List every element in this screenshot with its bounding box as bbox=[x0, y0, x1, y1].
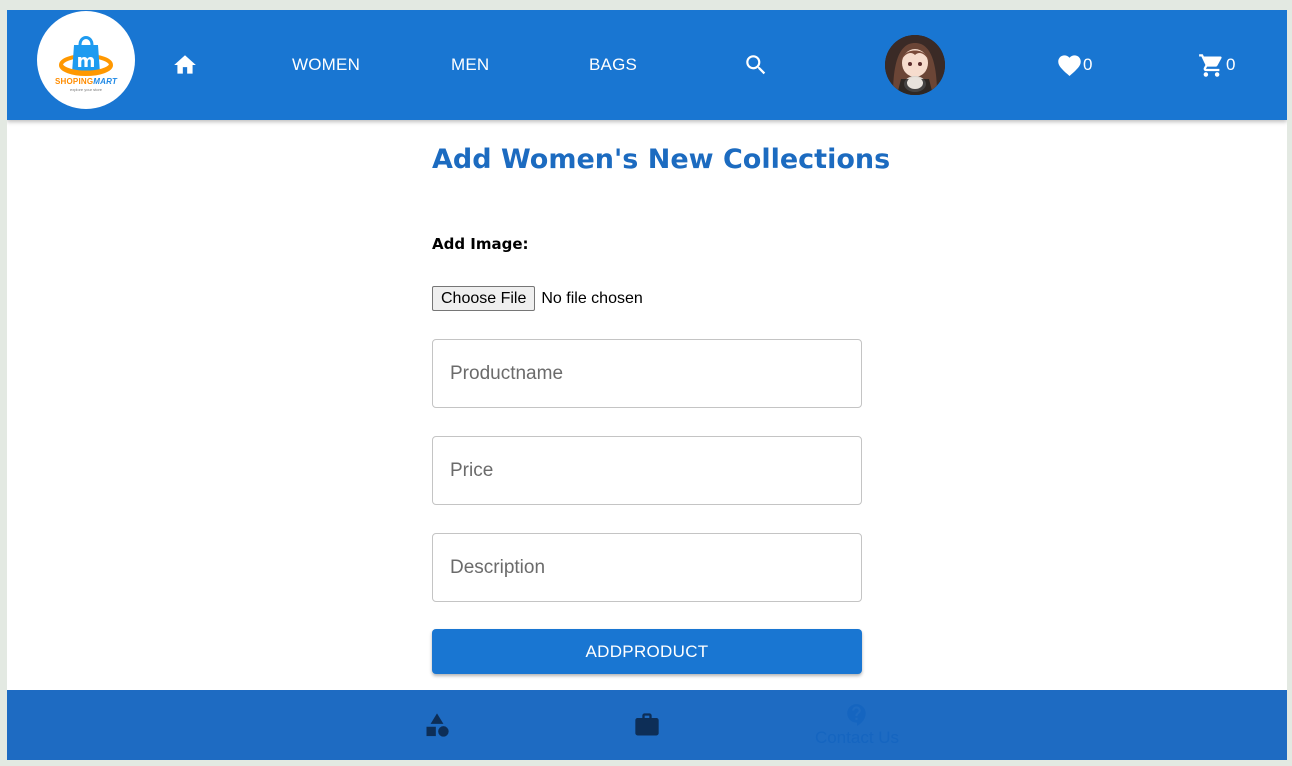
bottom-navigation: Contact Us bbox=[7, 690, 1287, 760]
category-icon bbox=[426, 713, 449, 737]
price-field-container bbox=[432, 436, 862, 505]
briefcase-icon bbox=[635, 713, 659, 736]
price-field[interactable] bbox=[433, 437, 861, 504]
wishlist-button[interactable] bbox=[1055, 51, 1083, 79]
cart-button[interactable] bbox=[1197, 51, 1225, 79]
logo-brand: SHOPINGMART bbox=[55, 77, 117, 86]
bottom-nav-work[interactable] bbox=[617, 690, 677, 760]
bottom-nav-categories[interactable] bbox=[407, 690, 467, 760]
user-avatar-image bbox=[885, 35, 945, 95]
description-field-container bbox=[432, 533, 862, 602]
file-status: No file chosen bbox=[541, 289, 643, 307]
file-input: Choose File No file chosen bbox=[432, 286, 643, 311]
heart-icon bbox=[1057, 54, 1081, 76]
search-icon bbox=[746, 55, 766, 75]
shopping-bag-logo-icon: m bbox=[59, 35, 113, 76]
search-button[interactable] bbox=[742, 51, 770, 79]
logo-tagline: explore your store bbox=[69, 86, 102, 92]
bottom-nav-contact-us[interactable]: Contact Us bbox=[807, 690, 907, 760]
description-field[interactable] bbox=[433, 534, 861, 601]
home-icon bbox=[174, 55, 196, 74]
productname-field-container bbox=[432, 339, 862, 408]
page-title: Add Women's New Collections bbox=[432, 144, 891, 175]
add-image-label: Add Image: bbox=[432, 235, 529, 253]
app-bar: m SHOPINGMART explore your store WOMEN M… bbox=[7, 10, 1287, 120]
logo-brand-part1: SHOPING bbox=[54, 76, 94, 86]
logo[interactable]: m SHOPINGMART explore your store bbox=[37, 11, 135, 109]
nav-women[interactable]: WOMEN bbox=[292, 55, 360, 75]
cart-count: 0 bbox=[1226, 55, 1236, 74]
add-product-button[interactable]: ADDPRODUCT bbox=[432, 629, 862, 674]
productname-field[interactable] bbox=[433, 340, 861, 407]
nav-men[interactable]: MEN bbox=[451, 55, 489, 75]
choose-file-button[interactable]: Choose File bbox=[432, 286, 536, 311]
app-frame: m SHOPINGMART explore your store WOMEN M… bbox=[7, 10, 1287, 760]
avatar[interactable] bbox=[885, 35, 945, 95]
help-icon bbox=[847, 704, 866, 726]
logo-brand-part2: MART bbox=[93, 76, 118, 86]
nav-bags[interactable]: BAGS bbox=[589, 55, 637, 75]
home-button[interactable] bbox=[169, 51, 201, 79]
wishlist-count: 0 bbox=[1083, 55, 1093, 74]
svg-text:m: m bbox=[77, 51, 96, 72]
contact-us-label: Contact Us bbox=[814, 728, 900, 747]
cart-icon bbox=[1198, 53, 1222, 77]
